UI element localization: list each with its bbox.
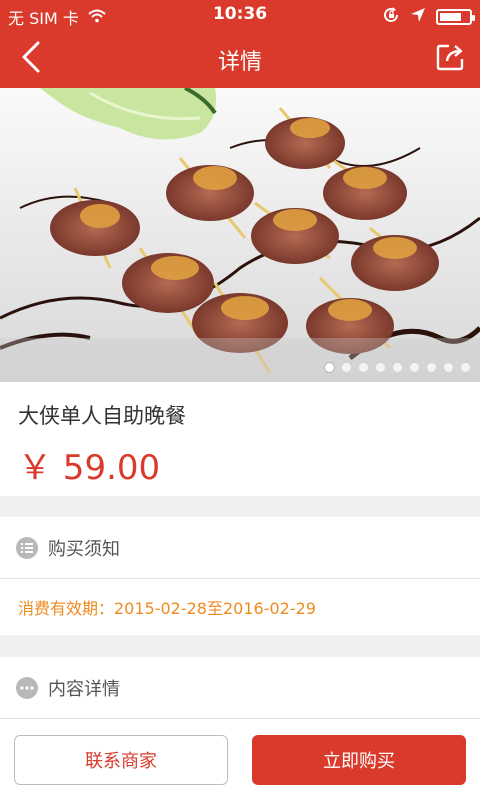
carousel-dot[interactable] xyxy=(325,363,334,372)
status-bar: 无 SIM 卡 10:36 xyxy=(0,0,480,30)
location-icon xyxy=(410,7,426,27)
contact-merchant-button[interactable]: 联系商家 xyxy=(14,735,228,785)
content-details-title: 内容详情 xyxy=(48,678,120,700)
product-price: ￥ 59.00 xyxy=(18,448,161,488)
product-image-carousel[interactable] xyxy=(0,88,480,382)
purchase-notice-header[interactable]: 购买须知 xyxy=(0,517,480,579)
battery-icon xyxy=(436,9,475,25)
carousel-dot[interactable] xyxy=(461,363,470,372)
product-name: 大侠单人自助晚餐 xyxy=(18,404,186,428)
share-button[interactable] xyxy=(428,36,474,82)
product-info: 大侠单人自助晚餐 ￥ 59.00 xyxy=(0,382,480,496)
carousel-dots[interactable] xyxy=(325,363,470,372)
share-icon xyxy=(435,41,467,77)
battery-fill xyxy=(440,13,461,21)
content-details-header[interactable]: 内容详情 xyxy=(0,657,480,719)
carousel-dot[interactable] xyxy=(427,363,436,372)
rotation-lock-icon xyxy=(382,6,400,28)
content-details-section: 内容详情 xyxy=(0,657,480,719)
carousel-dot[interactable] xyxy=(376,363,385,372)
status-right xyxy=(382,6,475,28)
carousel-dot[interactable] xyxy=(342,363,351,372)
validity-period: 消费有效期：2015-02-28至2016-02-29 xyxy=(18,599,316,618)
purchase-notice-title: 购买须知 xyxy=(48,538,120,560)
carousel-dot[interactable] xyxy=(393,363,402,372)
carousel-dot[interactable] xyxy=(359,363,368,372)
product-photo xyxy=(0,88,480,382)
carousel-dot[interactable] xyxy=(444,363,453,372)
buy-now-button[interactable]: 立即购买 xyxy=(252,735,466,785)
more-dots-icon xyxy=(16,676,38,699)
list-icon xyxy=(16,536,38,559)
purchase-notice-section: 购买须知 消费有效期：2015-02-28至2016-02-29 xyxy=(0,517,480,635)
page-title: 详情 xyxy=(217,50,262,75)
bottom-action-bar: 联系商家 立即购买 xyxy=(0,718,480,800)
carousel-dot[interactable] xyxy=(410,363,419,372)
nav-bar: 详情 xyxy=(0,30,480,88)
